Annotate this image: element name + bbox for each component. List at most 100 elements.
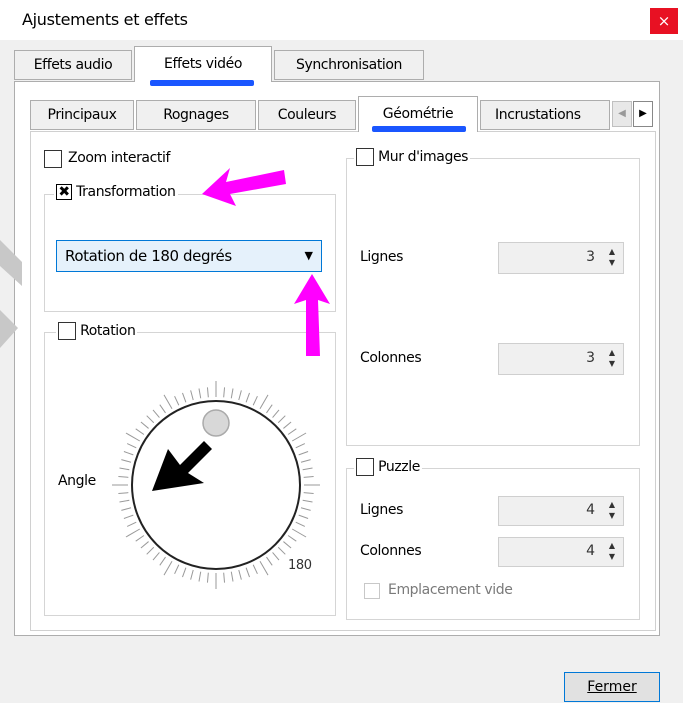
dial-tick (123, 514, 134, 519)
tab-synchronisation[interactable]: Synchronisation (274, 50, 424, 80)
dial-tick (287, 428, 297, 435)
dial-tick (252, 395, 258, 406)
dial-tick (119, 467, 130, 471)
annotation-arrow-left (202, 168, 286, 206)
dial-tick (283, 541, 292, 549)
spin-arrows[interactable]: ▲ ▼ (605, 347, 619, 369)
mur-lignes-value: 3 (586, 249, 595, 265)
puzzle-lignes-spinbox[interactable]: 4 ▲ ▼ (498, 496, 624, 526)
spin-arrows[interactable]: ▲ ▼ (605, 540, 619, 562)
tab-principaux[interactable]: Principaux (30, 100, 134, 130)
rotation-legend: Rotation (56, 322, 138, 340)
dial-tick (135, 428, 145, 435)
dial-tick (146, 415, 155, 424)
transformation-select[interactable]: Rotation de 180 degrés ▼ (56, 240, 322, 272)
dial-tick (119, 499, 130, 503)
dial-tick (159, 404, 166, 414)
spin-arrows[interactable]: ▲ ▼ (605, 499, 619, 521)
dial-tick (302, 467, 313, 471)
dial-tick (303, 492, 314, 495)
zoom-interactif-label: Zoom interactif (68, 150, 171, 166)
dial-tick (140, 421, 149, 429)
mur-images-legend: Mur d'images (354, 148, 471, 166)
dial-tick (206, 572, 209, 583)
dial-tick (277, 546, 286, 555)
transformation-checkbox[interactable]: ✖ (56, 184, 72, 200)
tab-incrustations[interactable]: Incrustations (480, 100, 610, 130)
window-title: Ajustements et effets (22, 10, 188, 29)
mur-images-group (346, 158, 640, 446)
puzzle-checkbox[interactable] (356, 458, 374, 476)
tab-effets-video[interactable]: Effets vidéo (134, 46, 272, 82)
dial-tick (298, 451, 309, 456)
tab-geometrie-label: Géométrie (382, 106, 454, 122)
dial-tick (198, 388, 202, 399)
tabs-scroll-left-button[interactable]: ◀ (612, 101, 632, 127)
spin-arrows[interactable]: ▲ ▼ (605, 246, 619, 268)
dial-tick (295, 443, 306, 449)
rotation-label: Rotation (80, 323, 136, 339)
tabs-scroll-right-button[interactable]: ▶ (633, 101, 653, 127)
dial-tick (283, 421, 292, 429)
zoom-interactif-checkbox[interactable] (44, 150, 62, 168)
dial-tick (152, 409, 160, 418)
dial-knob[interactable] (202, 409, 230, 437)
puzzle-colonnes-label: Colonnes (360, 543, 422, 559)
mur-colonnes-label: Colonnes (360, 350, 422, 366)
dial-tick (146, 546, 155, 555)
emplacement-vide-label: Emplacement vide (388, 582, 513, 598)
dial-tick (198, 571, 202, 582)
dial-tick (300, 507, 311, 511)
dial-tick (291, 432, 307, 442)
mur-images-checkbox[interactable] (356, 148, 374, 166)
tab-rognages[interactable]: Rognages (136, 100, 256, 130)
dial-tick (126, 521, 137, 527)
dial-tick (206, 387, 209, 398)
dial-tick (174, 564, 180, 575)
puzzle-label: Puzzle (378, 459, 420, 475)
dial-tick (302, 499, 313, 503)
transformation-select-value: Rotation de 180 degrés (65, 247, 232, 265)
tab-geometrie-highlight (372, 126, 466, 132)
spin-down-icon: ▼ (608, 552, 616, 561)
dial-tick (230, 571, 234, 582)
dial-tick (135, 535, 145, 542)
close-window-button[interactable]: × (650, 8, 678, 34)
dial-tick (163, 560, 173, 576)
dial-tick (190, 390, 194, 401)
dial-tick (163, 394, 173, 410)
spin-up-icon: ▲ (608, 348, 616, 357)
dial-tick (245, 567, 250, 578)
dial-tick (182, 392, 187, 403)
dial-tick (291, 528, 307, 538)
dial-tick (259, 560, 269, 576)
dial-tick (125, 432, 141, 442)
dial-tick (126, 443, 137, 449)
tab-effets-video-highlight (150, 80, 254, 86)
spin-down-icon: ▼ (608, 511, 616, 520)
tab-effets-audio[interactable]: Effets audio (14, 50, 132, 80)
chevron-left-icon: ◀ (618, 108, 626, 119)
tab-couleurs[interactable]: Couleurs (258, 100, 356, 130)
dial-tick (266, 556, 273, 566)
puzzle-lignes-label: Lignes (360, 502, 403, 518)
dial-tick (303, 475, 314, 478)
chevron-right-icon: ▶ (639, 108, 647, 119)
mur-lignes-spinbox[interactable]: 3 ▲ ▼ (498, 242, 624, 274)
dial-tick (223, 387, 226, 398)
puzzle-legend: Puzzle (354, 458, 422, 476)
rotation-checkbox[interactable] (58, 322, 76, 340)
dial-tick (238, 390, 242, 401)
spin-down-icon: ▼ (608, 258, 616, 267)
puzzle-colonnes-spinbox[interactable]: 4 ▲ ▼ (498, 537, 624, 567)
dial-tick (159, 556, 166, 566)
dial-tick (245, 392, 250, 403)
emplacement-vide-checkbox[interactable] (364, 583, 380, 599)
dial-tick (118, 492, 129, 495)
spin-down-icon: ▼ (608, 359, 616, 368)
fermer-button[interactable]: Fermer (564, 672, 660, 702)
dial-tick (259, 394, 269, 410)
dial-tick (190, 569, 194, 580)
dial-tick (272, 552, 280, 561)
mur-colonnes-spinbox[interactable]: 3 ▲ ▼ (498, 343, 624, 375)
